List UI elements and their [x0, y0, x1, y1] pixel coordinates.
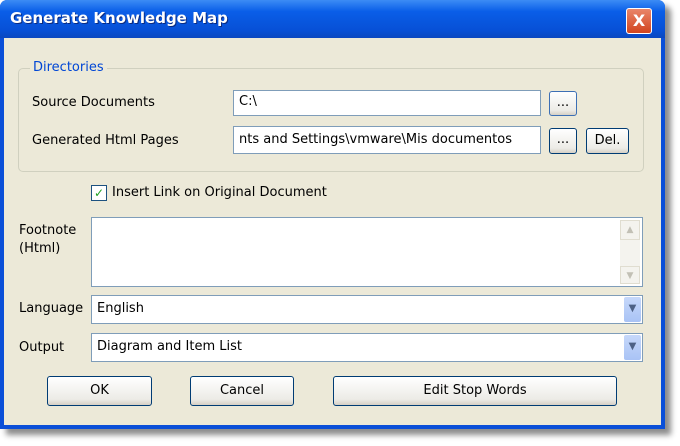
- chevron-down-icon[interactable]: ▼: [624, 297, 641, 322]
- directories-group-label: Directories: [30, 60, 107, 75]
- directories-group: [18, 68, 644, 172]
- footnote-label: Footnote: [19, 223, 77, 238]
- generated-browse-button[interactable]: ...: [549, 128, 577, 154]
- insert-link-checkbox[interactable]: ✓: [91, 185, 107, 201]
- ok-button[interactable]: OK: [47, 376, 152, 406]
- scroll-up-icon[interactable]: ▲: [620, 220, 640, 240]
- output-label: Output: [19, 340, 65, 355]
- dialog-window: Generate Knowledge Map X Directories Sou…: [0, 0, 665, 429]
- edit-stop-words-button[interactable]: Edit Stop Words: [333, 376, 617, 406]
- delete-button[interactable]: Del.: [586, 128, 629, 154]
- chevron-down-icon[interactable]: ▼: [624, 335, 641, 360]
- footnote-textarea[interactable]: [91, 217, 643, 287]
- cancel-button[interactable]: Cancel: [190, 376, 294, 406]
- scroll-down-icon[interactable]: ▼: [620, 266, 640, 284]
- output-select[interactable]: Diagram and Item List ▼: [91, 333, 643, 362]
- source-documents-label: Source Documents: [32, 95, 155, 110]
- insert-link-label[interactable]: Insert Link on Original Document: [112, 185, 327, 200]
- footnote-scrollbar[interactable]: ▲ ▼: [620, 220, 640, 284]
- dialog-body: Directories Source Documents C:\ ... Gen…: [4, 38, 661, 425]
- output-value: Diagram and Item List: [97, 339, 242, 354]
- language-select[interactable]: English ▼: [91, 295, 643, 324]
- generated-pages-label: Generated Html Pages: [32, 133, 179, 148]
- window-title: Generate Knowledge Map: [10, 9, 228, 27]
- language-label: Language: [19, 301, 84, 316]
- generated-pages-input[interactable]: nts and Settings\vmware\Mis documentos: [233, 126, 541, 154]
- close-button[interactable]: X: [626, 8, 652, 34]
- source-documents-input[interactable]: C:\: [233, 90, 541, 116]
- footnote-label-html: (Html): [19, 241, 61, 256]
- title-bar[interactable]: Generate Knowledge Map X: [0, 0, 665, 38]
- source-browse-button[interactable]: ...: [549, 91, 577, 116]
- language-value: English: [97, 301, 144, 316]
